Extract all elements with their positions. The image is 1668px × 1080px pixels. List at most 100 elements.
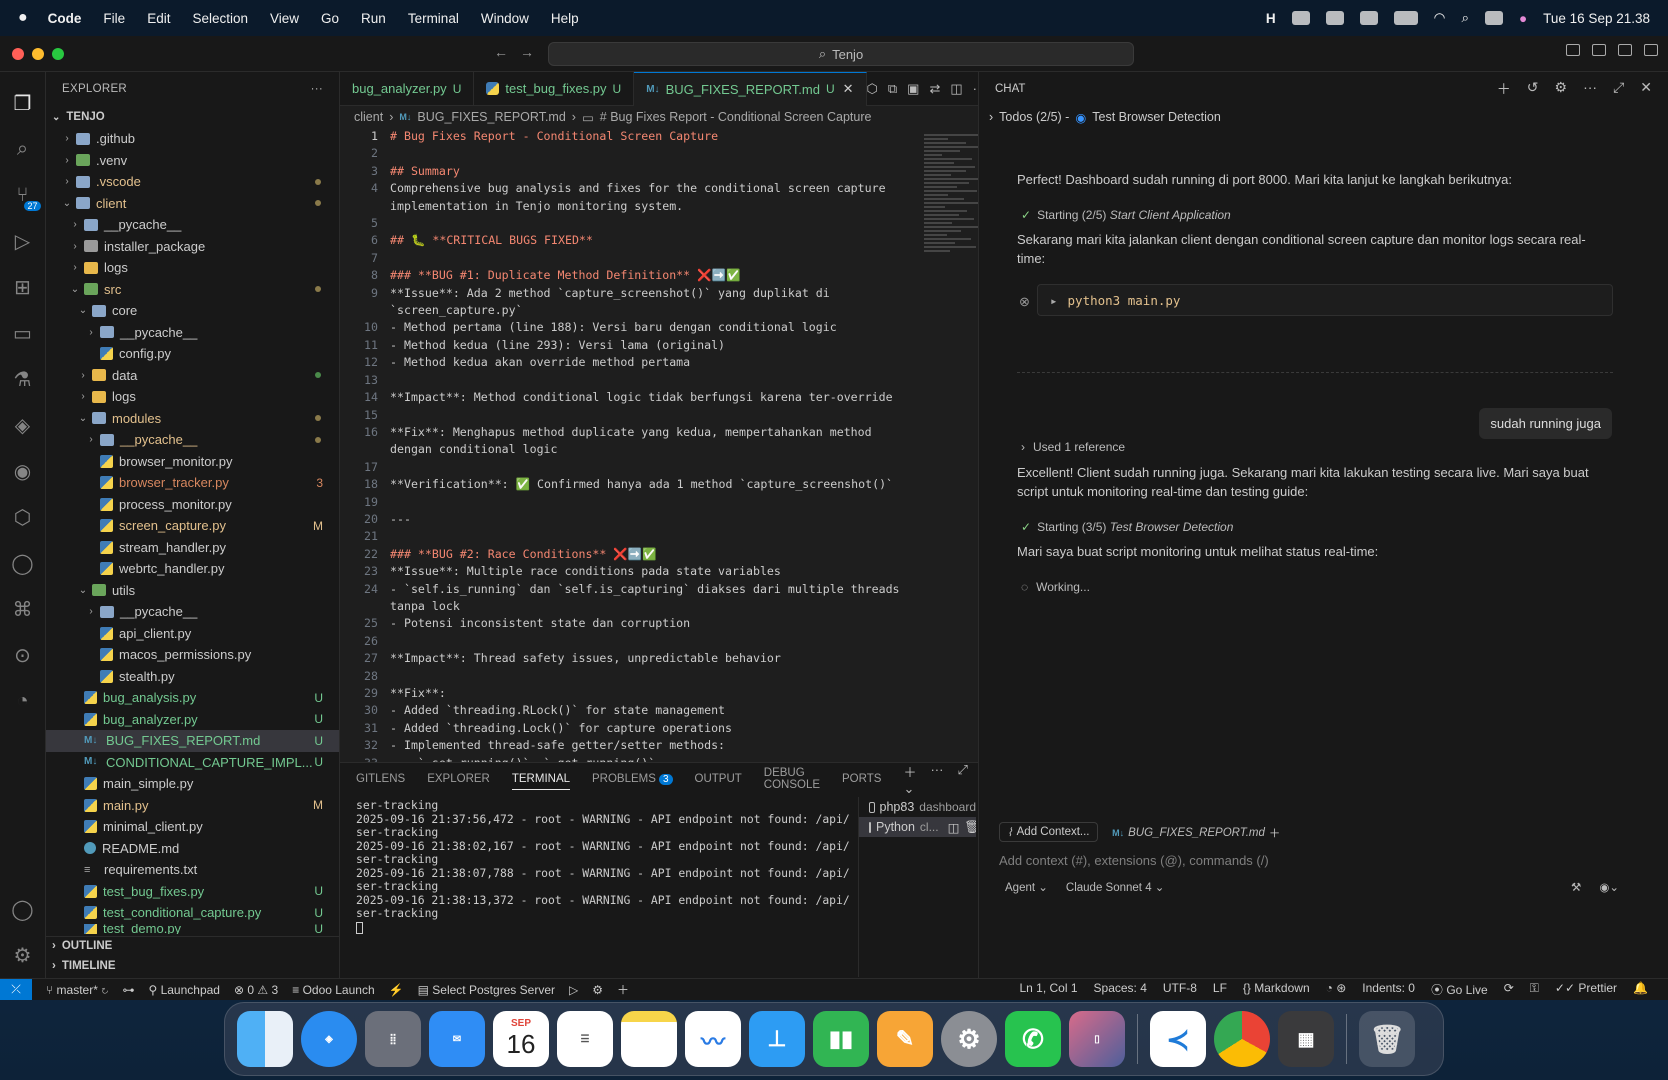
tree-item-modules[interactable]: ⌄ modules xyxy=(46,408,339,430)
tree-item-browser-tracker[interactable]: browser_tracker.py 3 xyxy=(46,472,339,494)
cloud-icon[interactable] xyxy=(1291,11,1310,25)
spotlight-search-icon[interactable]: ⌕ xyxy=(1461,10,1469,26)
system-settings-icon[interactable]: ⚙ xyxy=(941,1011,997,1067)
tree-item-bug-analysis[interactable]: bug_analysis.py U xyxy=(46,687,339,709)
tree-item-stealth[interactable]: stealth.py xyxy=(46,666,339,688)
code-line[interactable]: 30 - Added `threading.RLock()` for state … xyxy=(340,702,910,719)
manage-gear-icon[interactable]: ⚙ xyxy=(11,943,35,967)
code-line[interactable]: `screen_capture.py` xyxy=(340,302,910,319)
code-line[interactable]: 6 ## 🐛 **CRITICAL BUGS FIXED** xyxy=(340,232,910,249)
tree-item-logs[interactable]: › logs xyxy=(46,257,339,279)
code-line[interactable]: 9 **Issue**: Ada 2 method `capture_screen… xyxy=(340,285,910,302)
odoo-status[interactable]: ≡ Odoo Launch xyxy=(292,983,374,997)
display-icon[interactable] xyxy=(1359,11,1378,25)
keynote-icon[interactable]: ⊥ xyxy=(749,1011,805,1067)
code-line[interactable]: 25 - Potensi inconsistent state dan corru… xyxy=(340,615,910,632)
tree-item-test-bug-fixes[interactable]: test_bug_fixes.py U xyxy=(46,881,339,903)
end-of-line[interactable]: LF xyxy=(1213,981,1227,998)
tree-item-main-py[interactable]: main.py M xyxy=(46,795,339,817)
tree-item-vscode[interactable]: › .vscode xyxy=(46,171,339,193)
code-line[interactable]: 5 xyxy=(340,215,910,232)
breadcrumb-item[interactable]: client xyxy=(354,110,383,124)
run-icon[interactable]: ▷ xyxy=(569,983,578,997)
code-line[interactable]: 26 xyxy=(340,633,910,650)
breadcrumb-item[interactable]: # Bug Fixes Report - Conditional Screen … xyxy=(600,110,872,124)
finder-icon[interactable] xyxy=(237,1011,293,1067)
containers-icon[interactable]: ⬡ xyxy=(11,505,35,529)
chat-input[interactable]: Add context (#), extensions (@), command… xyxy=(999,853,1619,868)
menubar-datetime[interactable]: Tue 16 Sep 21.38 xyxy=(1543,11,1650,26)
compare-icon[interactable]: ⇄ xyxy=(929,81,940,97)
lightning-icon[interactable]: ⚡ xyxy=(389,983,404,997)
more-actions-icon[interactable]: ··· xyxy=(930,762,943,797)
code-line[interactable]: 18 **Verification**: ✅ Confirmed hanya ad… xyxy=(340,476,910,493)
model-select[interactable]: Claude Sonnet 4 ⌄ xyxy=(1066,880,1165,894)
debug-gear-icon[interactable]: ⚙ xyxy=(592,983,603,997)
tree-item-conditional-capture-impl[interactable]: M↓ CONDITIONAL_CAPTURE_IMPL... U xyxy=(46,752,339,774)
code-line[interactable]: 3 ## Summary xyxy=(340,163,910,180)
tree-item-readme[interactable]: README.md xyxy=(46,838,339,860)
code-line[interactable]: 27 **Impact**: Thread safety issues, unpr… xyxy=(340,650,910,667)
timeline-icon[interactable]: ◔ xyxy=(11,689,35,713)
terminal-item-python[interactable]: Python cl... ◫ 🗑 xyxy=(859,817,976,837)
wifi-icon[interactable]: ◠ xyxy=(1434,10,1446,26)
menu-view[interactable]: View xyxy=(270,11,299,26)
tree-item-api-client[interactable]: api_client.py xyxy=(46,623,339,645)
safari-icon[interactable]: ◈ xyxy=(301,1011,357,1067)
customize-layout-icon[interactable] xyxy=(1566,44,1580,56)
code-line[interactable]: 1 # Bug Fixes Report - Conditional Screen… xyxy=(340,128,910,145)
bell-icon[interactable]: 🔔 xyxy=(1633,981,1648,998)
terminal-command-block[interactable]: ▸ python3 main.py xyxy=(1037,284,1613,316)
control-center-icon[interactable] xyxy=(1485,11,1503,25)
tree-item-minimal-client[interactable]: minimal_client.py xyxy=(46,816,339,838)
preview-side-icon[interactable]: ▣ xyxy=(907,81,919,97)
code-line[interactable]: 21 xyxy=(340,528,910,545)
gitgraph-icon[interactable]: ⊙ xyxy=(11,643,35,667)
split-terminal-icon[interactable]: ◫ xyxy=(948,820,960,835)
toggle-sidebar-icon[interactable] xyxy=(1592,44,1606,56)
tree-item-config-py[interactable]: config.py xyxy=(46,343,339,365)
history-icon[interactable]: ↺ xyxy=(1527,79,1539,99)
reminders-icon[interactable]: ☰ xyxy=(557,1011,613,1067)
code-line[interactable]: 10 - Method pertama (line 188): Versi bar… xyxy=(340,319,910,336)
context-file-chip[interactable]: M↓ BUG_FIXES_REPORT.md ＋ xyxy=(1105,823,1287,843)
add-context-button[interactable]: ⌇ Add Context... xyxy=(999,822,1098,842)
tree-item-core[interactable]: ⌄ core xyxy=(46,300,339,322)
tab-explorer[interactable]: EXPLORER xyxy=(427,773,490,785)
more-actions-icon[interactable]: ··· xyxy=(311,83,323,95)
prettier-status[interactable]: ✓✓ Prettier xyxy=(1555,981,1617,998)
add-icon[interactable]: ＋ xyxy=(617,981,629,998)
code-line[interactable]: 17 xyxy=(340,459,910,476)
breadcrumb-item[interactable]: BUG_FIXES_REPORT.md xyxy=(417,110,565,124)
tree-item-main-simple[interactable]: main_simple.py xyxy=(46,773,339,795)
tree-item-client[interactable]: ⌄ client xyxy=(46,193,339,215)
indentation[interactable]: Spaces: 4 xyxy=(1094,981,1147,998)
menu-go[interactable]: Go xyxy=(321,11,339,26)
tab-terminal[interactable]: TERMINAL xyxy=(511,773,571,790)
tree-item-requirements[interactable]: ≡ requirements.txt xyxy=(46,859,339,881)
iphone-mirroring-icon[interactable]: ▯ xyxy=(1069,1011,1125,1067)
tree-item-bug-analyzer[interactable]: bug_analyzer.py U xyxy=(46,709,339,731)
mode-select[interactable]: Agent ⌄ xyxy=(1005,880,1048,894)
todos-bar[interactable]: › Todos (2/5) - ◉ Test Browser Detection xyxy=(979,106,1668,128)
trash-icon[interactable]: 🗑 xyxy=(964,820,976,835)
h-icon[interactable]: H xyxy=(1266,11,1276,26)
notes-icon[interactable] xyxy=(621,1011,677,1067)
code-line[interactable]: 15 xyxy=(340,407,910,424)
terminal-item-php83[interactable]: php83 dashboard xyxy=(859,797,976,817)
code-line[interactable]: 7 xyxy=(340,250,910,267)
outline-section[interactable]: › OUTLINE xyxy=(46,935,339,956)
split-editor-icon[interactable]: ◫ xyxy=(950,81,962,97)
menu-run[interactable]: Run xyxy=(361,11,386,26)
close-icon[interactable]: ✕ xyxy=(1640,79,1652,99)
encoding[interactable]: UTF-8 xyxy=(1163,981,1197,998)
minimap[interactable] xyxy=(924,132,984,582)
code-line[interactable]: 8 ### **BUG #1: Duplicate Method Definiti… xyxy=(340,267,910,284)
whatsapp-icon[interactable]: ✆ xyxy=(1005,1011,1061,1067)
numbers-icon[interactable]: ▮▮ xyxy=(813,1011,869,1067)
send-icon[interactable]: ◉⌄ xyxy=(1599,880,1619,894)
remote-explorer-icon[interactable]: ▭ xyxy=(11,321,35,345)
references-toggle[interactable]: › Used 1 reference xyxy=(1021,438,1617,457)
tab-test-bug-fixes[interactable]: test_bug_fixes.py U xyxy=(474,71,635,106)
tree-item-pycache[interactable]: › __pycache__ xyxy=(46,429,339,451)
